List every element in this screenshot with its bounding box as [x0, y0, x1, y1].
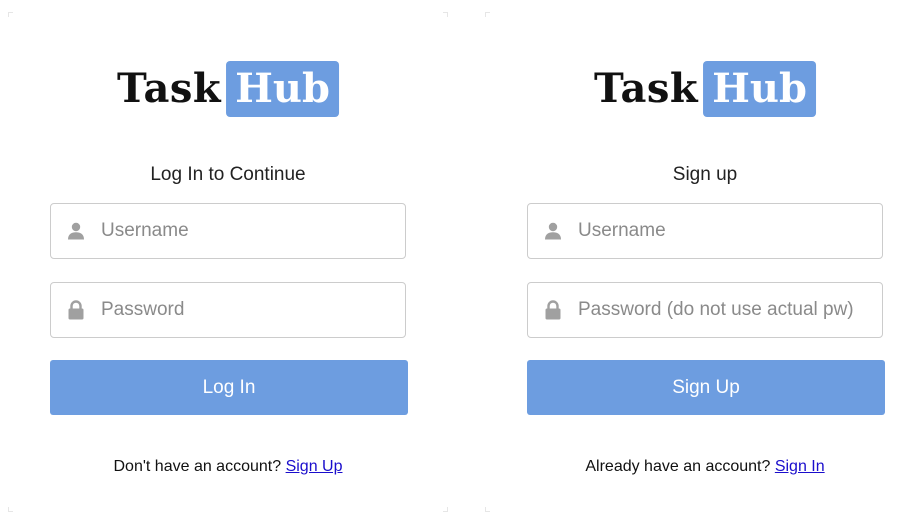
login-password-field[interactable]: [50, 282, 406, 338]
login-button[interactable]: Log In: [50, 360, 408, 415]
login-username-input[interactable]: [101, 220, 391, 242]
screen: Task Hub Log In to Continue Log In: [0, 0, 915, 515]
lock-icon: [528, 283, 578, 337]
signup-footer-text: Already have an account?: [585, 458, 771, 475]
signup-username-input[interactable]: [578, 220, 868, 242]
login-footer-text: Don't have an account?: [113, 458, 282, 475]
panel-corner: [8, 12, 13, 17]
panel-corner: [443, 507, 448, 512]
signup-title: Sign up: [672, 164, 738, 185]
panel-corner: [485, 507, 490, 512]
logo-word-task: Task: [117, 65, 222, 112]
signup-panel: Task Hub Sign up Sign Up: [485, 12, 915, 512]
taskhub-logo: Task Hub: [117, 61, 339, 117]
signup-password-field[interactable]: [527, 282, 883, 338]
login-footer: Don't have an account? Sign Up: [8, 458, 448, 476]
user-icon: [528, 204, 578, 258]
login-title: Log In to Continue: [150, 164, 306, 185]
signup-link[interactable]: Sign Up: [286, 458, 343, 475]
logo-word-task: Task: [594, 65, 699, 112]
signup-username-field[interactable]: [527, 203, 883, 259]
panel-corner: [8, 507, 13, 512]
login-username-field[interactable]: [50, 203, 406, 259]
signup-footer: Already have an account? Sign In: [485, 458, 915, 476]
lock-icon: [51, 283, 101, 337]
panel-corner: [443, 12, 448, 17]
signup-password-input[interactable]: [578, 299, 868, 321]
taskhub-logo: Task Hub: [594, 61, 816, 117]
user-icon: [51, 204, 101, 258]
signup-button[interactable]: Sign Up: [527, 360, 885, 415]
panel-corner: [485, 12, 490, 17]
logo-badge-hub: Hub: [703, 61, 816, 117]
logo-badge-hub: Hub: [226, 61, 339, 117]
login-password-input[interactable]: [101, 299, 391, 321]
login-panel: Task Hub Log In to Continue Log In: [8, 12, 448, 512]
signin-link[interactable]: Sign In: [775, 458, 825, 475]
